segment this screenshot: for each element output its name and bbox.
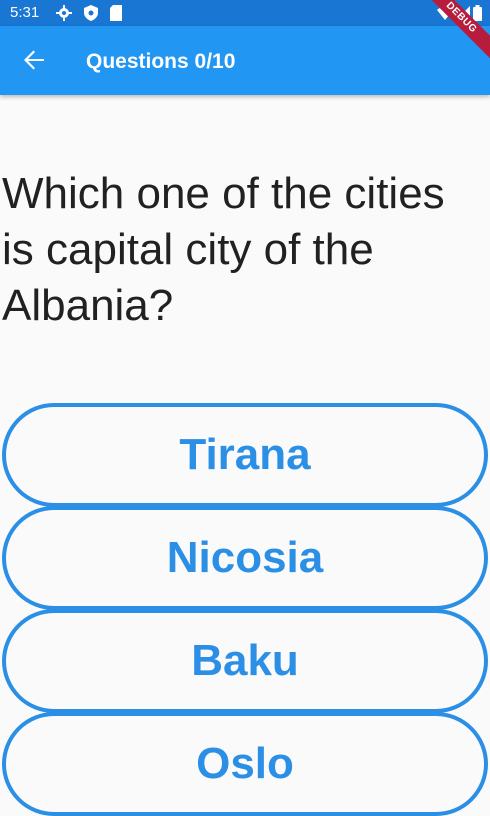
arrow-left-icon xyxy=(23,49,45,76)
page-title: Questions 0/10 xyxy=(86,50,236,73)
question-text: Which one of the cities is capital city … xyxy=(2,169,445,330)
answer-button-oslo[interactable]: Oslo xyxy=(2,712,488,816)
app-bar: Questions 0/10 xyxy=(0,26,490,95)
answer-button-baku[interactable]: Baku xyxy=(2,609,488,713)
back-button[interactable] xyxy=(14,42,54,82)
settings-icon xyxy=(56,5,72,26)
shield-icon xyxy=(84,5,98,26)
answer-button-tirana[interactable]: Tirana xyxy=(2,403,488,507)
status-bar: 5:31 xyxy=(0,0,490,26)
answer-button-nicosia[interactable]: Nicosia xyxy=(2,506,488,610)
status-time: 5:31 xyxy=(10,4,40,21)
sd-card-icon xyxy=(110,5,122,26)
